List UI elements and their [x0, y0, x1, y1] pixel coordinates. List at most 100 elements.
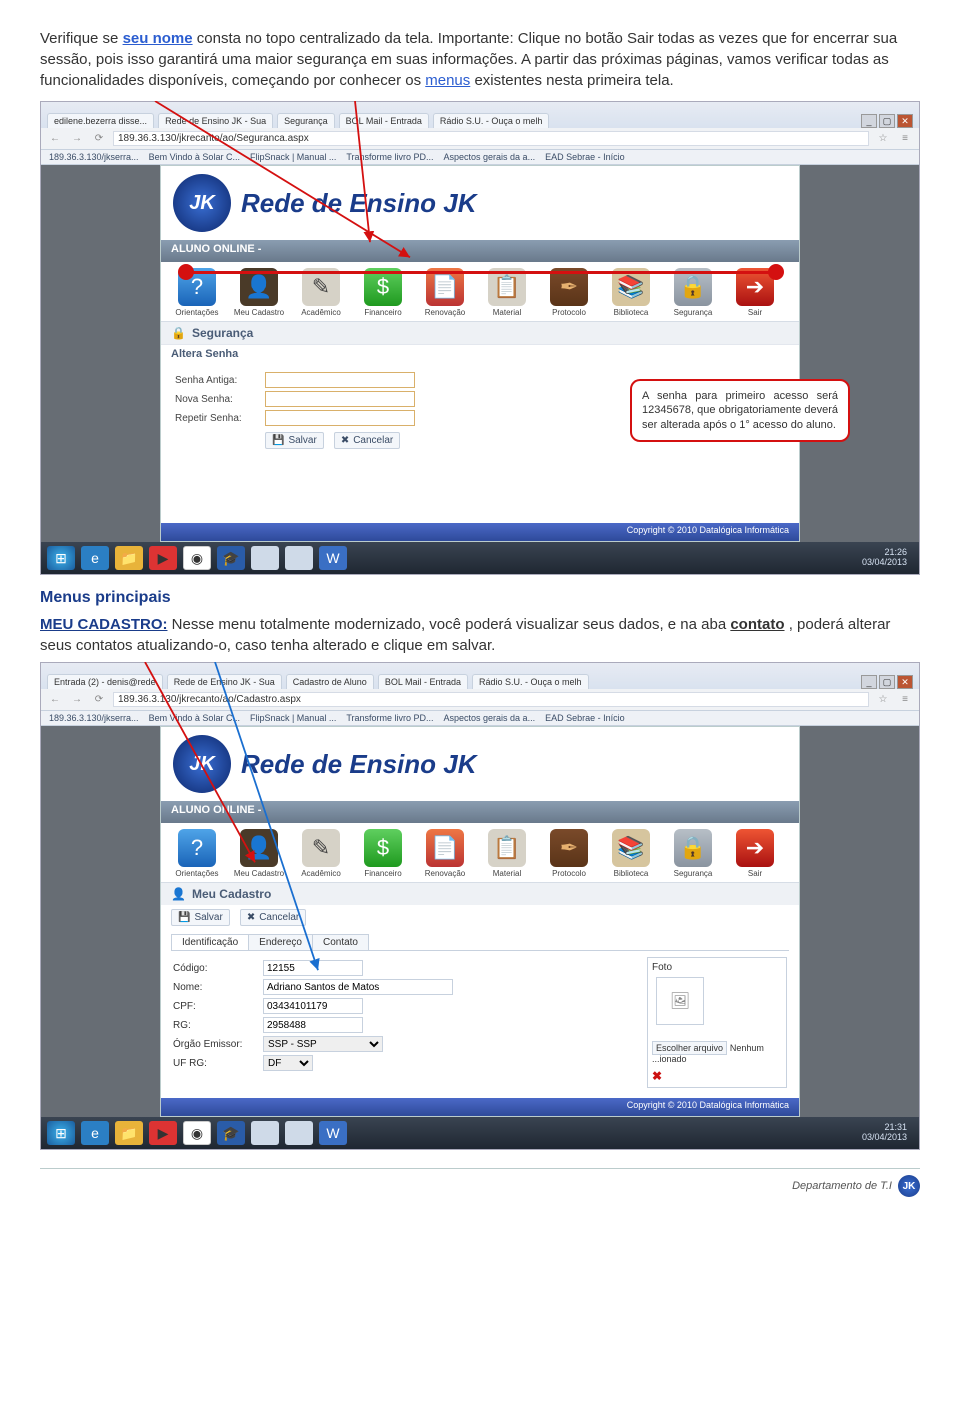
ie-icon[interactable]: e	[81, 1121, 109, 1145]
browser-tab[interactable]: BOL Mail - Entrada	[339, 113, 429, 128]
bookmark[interactable]: Transforme livro PD...	[346, 152, 433, 162]
folder-icon[interactable]: 📁	[115, 546, 143, 570]
menu-seguranca[interactable]: 🔒Segurança	[665, 829, 721, 878]
choose-file-button[interactable]: Escolher arquivo	[652, 1041, 727, 1055]
menu-renovacao[interactable]: 📄Renovação	[417, 829, 473, 878]
icon-label: Acadêmico	[293, 308, 349, 317]
cancel-button[interactable]: ✖ Cancelar	[334, 432, 400, 449]
forward-button[interactable]: →	[69, 694, 85, 705]
menu-icon[interactable]: ≡	[897, 133, 913, 144]
browser-tab[interactable]: Rádio S.U. - Ouça o melh	[433, 113, 550, 128]
menu-financeiro[interactable]: $Financeiro	[355, 268, 411, 317]
hat-icon[interactable]: 🎓	[217, 546, 245, 570]
maximize-button[interactable]: ▢	[879, 114, 895, 128]
bookmark[interactable]: Aspectos gerais da a...	[444, 152, 536, 162]
browser-tab[interactable]: Entrada (2) - denis@rede	[47, 674, 163, 689]
menu-seguranca[interactable]: 🔒Segurança	[665, 268, 721, 317]
input-repetir-senha[interactable]	[265, 410, 415, 426]
bookmark[interactable]: EAD Sebrae - Início	[545, 713, 625, 723]
browser-tab[interactable]: Cadastro de Aluno	[286, 674, 374, 689]
minimize-button[interactable]: _	[861, 675, 877, 689]
input-rg[interactable]	[263, 1017, 363, 1033]
menu-cadastro[interactable]: 👤Meu Cadastro	[231, 829, 287, 878]
app-icon[interactable]: ▶	[149, 546, 177, 570]
menu-protocolo[interactable]: ✒Protocolo	[541, 268, 597, 317]
chrome-icon[interactable]: ◉	[183, 1121, 211, 1145]
save-button[interactable]: 💾 Salvar	[265, 432, 324, 449]
bookmark[interactable]: FlipSnack | Manual ...	[250, 713, 336, 723]
word-icon[interactable]: W	[319, 546, 347, 570]
back-button[interactable]: ←	[47, 133, 63, 144]
word-icon[interactable]: W	[319, 1121, 347, 1145]
star-icon[interactable]: ☆	[875, 133, 891, 144]
menu-orientacoes[interactable]: ?Orientações	[169, 829, 225, 878]
label-orgao: Órgão Emissor:	[173, 1039, 255, 1050]
menu-protocolo[interactable]: ✒Protocolo	[541, 829, 597, 878]
tab-identificacao[interactable]: Identificação	[171, 934, 249, 950]
icon-label: Orientações	[169, 308, 225, 317]
folder-icon[interactable]: 📁	[115, 1121, 143, 1145]
cancel-button[interactable]: ✖ Cancelar	[240, 909, 306, 926]
address-bar[interactable]: 189.36.3.130/jkrecanto/ao/Cadastro.aspx	[113, 692, 869, 707]
bookmark[interactable]: FlipSnack | Manual ...	[250, 152, 336, 162]
menu-material[interactable]: 📋Material	[479, 268, 535, 317]
app-icon[interactable]	[285, 1121, 313, 1145]
bookmark[interactable]: 189.36.3.130/jkserra...	[49, 713, 139, 723]
tab-contato[interactable]: Contato	[312, 934, 369, 950]
browser-tab[interactable]: Rede de Ensino JK - Sua	[158, 113, 273, 128]
ie-icon[interactable]: e	[81, 546, 109, 570]
browser-tab[interactable]: Segurança	[277, 113, 335, 128]
tab-endereco[interactable]: Endereço	[248, 934, 313, 950]
bookmark[interactable]: 189.36.3.130/jkserra...	[49, 152, 139, 162]
app-icon[interactable]	[251, 1121, 279, 1145]
start-button[interactable]: ⊞	[47, 546, 75, 570]
browser-tab[interactable]: Rede de Ensino JK - Sua	[167, 674, 282, 689]
delete-photo-icon[interactable]: ✖	[652, 1069, 782, 1083]
app-icon[interactable]: ▶	[149, 1121, 177, 1145]
menu-academico[interactable]: ✎Acadêmico	[293, 829, 349, 878]
input-nova-senha[interactable]	[265, 391, 415, 407]
address-bar[interactable]: 189.36.3.130/jkrecanto/ao/Seguranca.aspx	[113, 131, 869, 146]
browser-tab[interactable]: BOL Mail - Entrada	[378, 674, 468, 689]
reload-button[interactable]: ⟳	[91, 133, 107, 144]
select-uf[interactable]: DF	[263, 1055, 313, 1071]
save-button[interactable]: 💾 Salvar	[171, 909, 230, 926]
maximize-button[interactable]: ▢	[879, 675, 895, 689]
close-button[interactable]: ✕	[897, 114, 913, 128]
app-icon[interactable]	[285, 546, 313, 570]
bookmark[interactable]: Transforme livro PD...	[346, 713, 433, 723]
minimize-button[interactable]: _	[861, 114, 877, 128]
menu-orientacoes[interactable]: ?Orientações	[169, 268, 225, 317]
menu-financeiro[interactable]: $Financeiro	[355, 829, 411, 878]
app-icon[interactable]	[251, 546, 279, 570]
forward-button[interactable]: →	[69, 133, 85, 144]
menu-renovacao[interactable]: 📄Renovação	[417, 268, 473, 317]
browser-tab[interactable]: Rádio S.U. - Ouça o melh	[472, 674, 589, 689]
menu-biblioteca[interactable]: 📚Biblioteca	[603, 829, 659, 878]
menu-academico[interactable]: ✎Acadêmico	[293, 268, 349, 317]
input-nome[interactable]	[263, 979, 453, 995]
chrome-icon[interactable]: ◉	[183, 546, 211, 570]
reload-button[interactable]: ⟳	[91, 694, 107, 705]
bookmark[interactable]: Bem Vindo à Solar C...	[149, 152, 240, 162]
menu-icon[interactable]: ≡	[897, 694, 913, 705]
input-codigo[interactable]	[263, 960, 363, 976]
bookmark[interactable]: Aspectos gerais da a...	[444, 713, 536, 723]
select-orgao[interactable]: SSP - SSP	[263, 1036, 383, 1052]
input-senha-antiga[interactable]	[265, 372, 415, 388]
bookmark[interactable]: EAD Sebrae - Início	[545, 152, 625, 162]
back-button[interactable]: ←	[47, 694, 63, 705]
star-icon[interactable]: ☆	[875, 694, 891, 705]
menu-sair[interactable]: ➔Sair	[727, 829, 783, 878]
input-cpf[interactable]	[263, 998, 363, 1014]
menu-biblioteca[interactable]: 📚Biblioteca	[603, 268, 659, 317]
menu-material[interactable]: 📋Material	[479, 829, 535, 878]
hat-icon[interactable]: 🎓	[217, 1121, 245, 1145]
menu-cadastro[interactable]: 👤Meu Cadastro	[231, 268, 287, 317]
bookmark[interactable]: Bem Vindo à Solar C...	[149, 713, 240, 723]
panel-header: 🔒 Segurança	[161, 321, 799, 344]
start-button[interactable]: ⊞	[47, 1121, 75, 1145]
browser-tab[interactable]: edilene.bezerra disse...	[47, 113, 154, 128]
close-button[interactable]: ✕	[897, 675, 913, 689]
page-footer: Departamento de T.I JK	[40, 1168, 920, 1209]
